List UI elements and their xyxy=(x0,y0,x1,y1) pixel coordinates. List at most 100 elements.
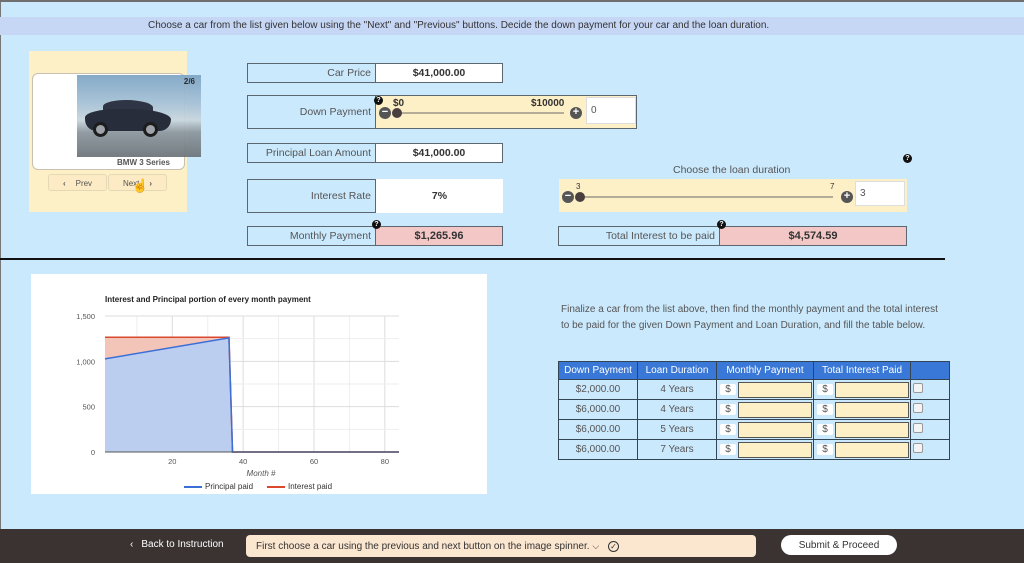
x-axis-label: Month # xyxy=(247,469,276,478)
total-interest-value: $4,574.59 xyxy=(719,226,907,246)
cell-monthly-payment: $ xyxy=(716,399,814,420)
loan-duration-input[interactable] xyxy=(855,181,905,206)
interest-rate-row: Interest Rate 7% xyxy=(247,179,503,213)
left-border xyxy=(0,2,1,529)
y-tick-label: 1,000 xyxy=(76,357,95,366)
currency-label: $ xyxy=(720,444,736,456)
car-name: BMW 3 Series xyxy=(117,158,170,167)
cell-down-payment: $6,000.00 xyxy=(558,419,638,440)
principal-area xyxy=(105,337,399,452)
down-payment-input[interactable] xyxy=(586,97,636,124)
x-tick-label: 40 xyxy=(239,457,247,466)
cell-loan-duration: 4 Years xyxy=(637,379,717,400)
cell-total-interest: $ xyxy=(813,379,911,400)
table-row: $6,000.00 5 Years $ $ xyxy=(558,419,950,440)
help-icon[interactable]: ? xyxy=(372,220,381,229)
chevron-right-icon: › xyxy=(149,179,153,188)
finalize-instructions: Finalize a car from the list above, then… xyxy=(561,304,938,331)
down-payment-label: Down Payment xyxy=(247,95,376,129)
legend-label: Principal paid xyxy=(205,482,253,491)
currency-label: $ xyxy=(720,424,736,436)
total-interest-answer-input[interactable] xyxy=(835,381,909,398)
principal-label: Principal Loan Amount xyxy=(247,143,376,163)
legend-label: Interest paid xyxy=(288,482,332,491)
cell-monthly-payment: $ xyxy=(716,379,814,400)
car-price-label: Car Price xyxy=(247,63,376,83)
chevron-left-icon: ‹ xyxy=(130,539,134,550)
plus-icon[interactable]: + xyxy=(570,107,582,119)
cell-down-payment: $6,000.00 xyxy=(558,439,638,460)
footer-bar: ‹ Back to Instruction First choose a car … xyxy=(0,529,1024,563)
total-interest-answer-input[interactable] xyxy=(835,421,909,438)
total-interest-row: Total Interest to be paid $4,574.59 ? xyxy=(558,220,907,246)
help-icon[interactable]: ? xyxy=(903,154,912,163)
slider-knob[interactable] xyxy=(392,108,402,118)
interest-rate-label: Interest Rate xyxy=(247,179,376,213)
cell-monthly-payment: $ xyxy=(716,439,814,460)
y-tick-label: 500 xyxy=(82,403,95,412)
monthly-payment-answer-input[interactable] xyxy=(738,421,812,438)
monthly-payment-label: Monthly Payment xyxy=(247,226,376,246)
monthly-payment-answer-input[interactable] xyxy=(738,441,812,458)
loan-duration-slider[interactable]: 3 7 − + xyxy=(559,179,907,212)
cell-down-payment: $6,000.00 xyxy=(558,399,638,420)
monthly-payment-value: $1,265.96 xyxy=(375,226,503,246)
cell-loan-duration: 4 Years xyxy=(637,399,717,420)
loan-duration-max: 7 xyxy=(830,182,835,191)
payment-chart: Interest and Principal portion of every … xyxy=(76,295,399,491)
chevron-left-icon: ‹ xyxy=(62,179,66,188)
x-tick-label: 80 xyxy=(381,457,389,466)
currency-label: $ xyxy=(817,424,833,436)
header-down-payment: Down Payment xyxy=(558,361,638,380)
answer-table: Down Payment Loan Duration Monthly Payme… xyxy=(558,361,950,460)
car-image: 2/6 xyxy=(77,75,201,157)
cell-down-payment: $2,000.00 xyxy=(558,379,638,400)
section-divider xyxy=(0,258,945,260)
down-payment-slider[interactable]: ? $0 $10000 − + xyxy=(374,95,637,129)
principal-value: $41,000.00 xyxy=(375,143,503,163)
cell-monthly-payment: $ xyxy=(716,419,814,440)
table-row: $6,000.00 7 Years $ $ xyxy=(558,439,950,460)
currency-label: $ xyxy=(817,384,833,396)
help-icon[interactable]: ? xyxy=(717,220,726,229)
cell-loan-duration: 5 Years xyxy=(637,419,717,440)
monthly-payment-answer-input[interactable] xyxy=(738,381,812,398)
chart-container: Interest and Principal portion of every … xyxy=(31,274,487,494)
instruction-bar: Choose a car from the list given below u… xyxy=(0,17,1024,35)
total-interest-answer-input[interactable] xyxy=(835,401,909,418)
help-icon[interactable]: ? xyxy=(374,96,383,105)
minus-icon[interactable]: − xyxy=(562,191,574,203)
loan-duration-title: Choose the loan duration xyxy=(673,164,791,176)
slider-track xyxy=(577,196,833,198)
table-row: $2,000.00 4 Years $ $ xyxy=(558,379,950,400)
row-checkbox[interactable] xyxy=(913,403,923,413)
currency-label: $ xyxy=(720,384,736,396)
y-tick-label: 1,500 xyxy=(76,312,95,321)
prev-button[interactable]: ‹ Prev xyxy=(48,174,107,191)
monthly-payment-answer-input[interactable] xyxy=(738,401,812,418)
plus-icon[interactable]: + xyxy=(841,191,853,203)
minus-icon[interactable]: − xyxy=(379,107,391,119)
row-checkbox[interactable] xyxy=(913,423,923,433)
row-checkbox[interactable] xyxy=(913,443,923,453)
back-to-instruction-link[interactable]: ‹ Back to Instruction xyxy=(130,539,224,550)
cell-loan-duration: 7 Years xyxy=(637,439,717,460)
cell-total-interest: $ xyxy=(813,399,911,420)
hint-box[interactable]: First choose a car using the previous an… xyxy=(246,535,756,557)
submit-proceed-button[interactable]: Submit & Proceed xyxy=(781,535,897,555)
hand-cursor-icon: ☝ xyxy=(132,178,149,193)
chart-title: Interest and Principal portion of every … xyxy=(105,295,311,304)
slider-knob[interactable] xyxy=(575,192,585,202)
chevron-down-icon[interactable]: ⌵ xyxy=(592,541,599,551)
x-tick-label: 60 xyxy=(310,457,318,466)
total-interest-label: Total Interest to be paid xyxy=(558,226,720,246)
down-payment-max: $10000 xyxy=(531,98,565,109)
cell-check xyxy=(910,439,950,460)
cell-total-interest: $ xyxy=(813,419,911,440)
check-circle-icon[interactable]: ✓ xyxy=(607,541,619,552)
down-payment-row: Down Payment ? $0 $10000 − + xyxy=(247,95,637,129)
table-header-row: Down Payment Loan Duration Monthly Payme… xyxy=(558,361,950,380)
total-interest-answer-input[interactable] xyxy=(835,441,909,458)
row-checkbox[interactable] xyxy=(913,383,923,393)
header-loan-duration: Loan Duration xyxy=(637,361,717,380)
